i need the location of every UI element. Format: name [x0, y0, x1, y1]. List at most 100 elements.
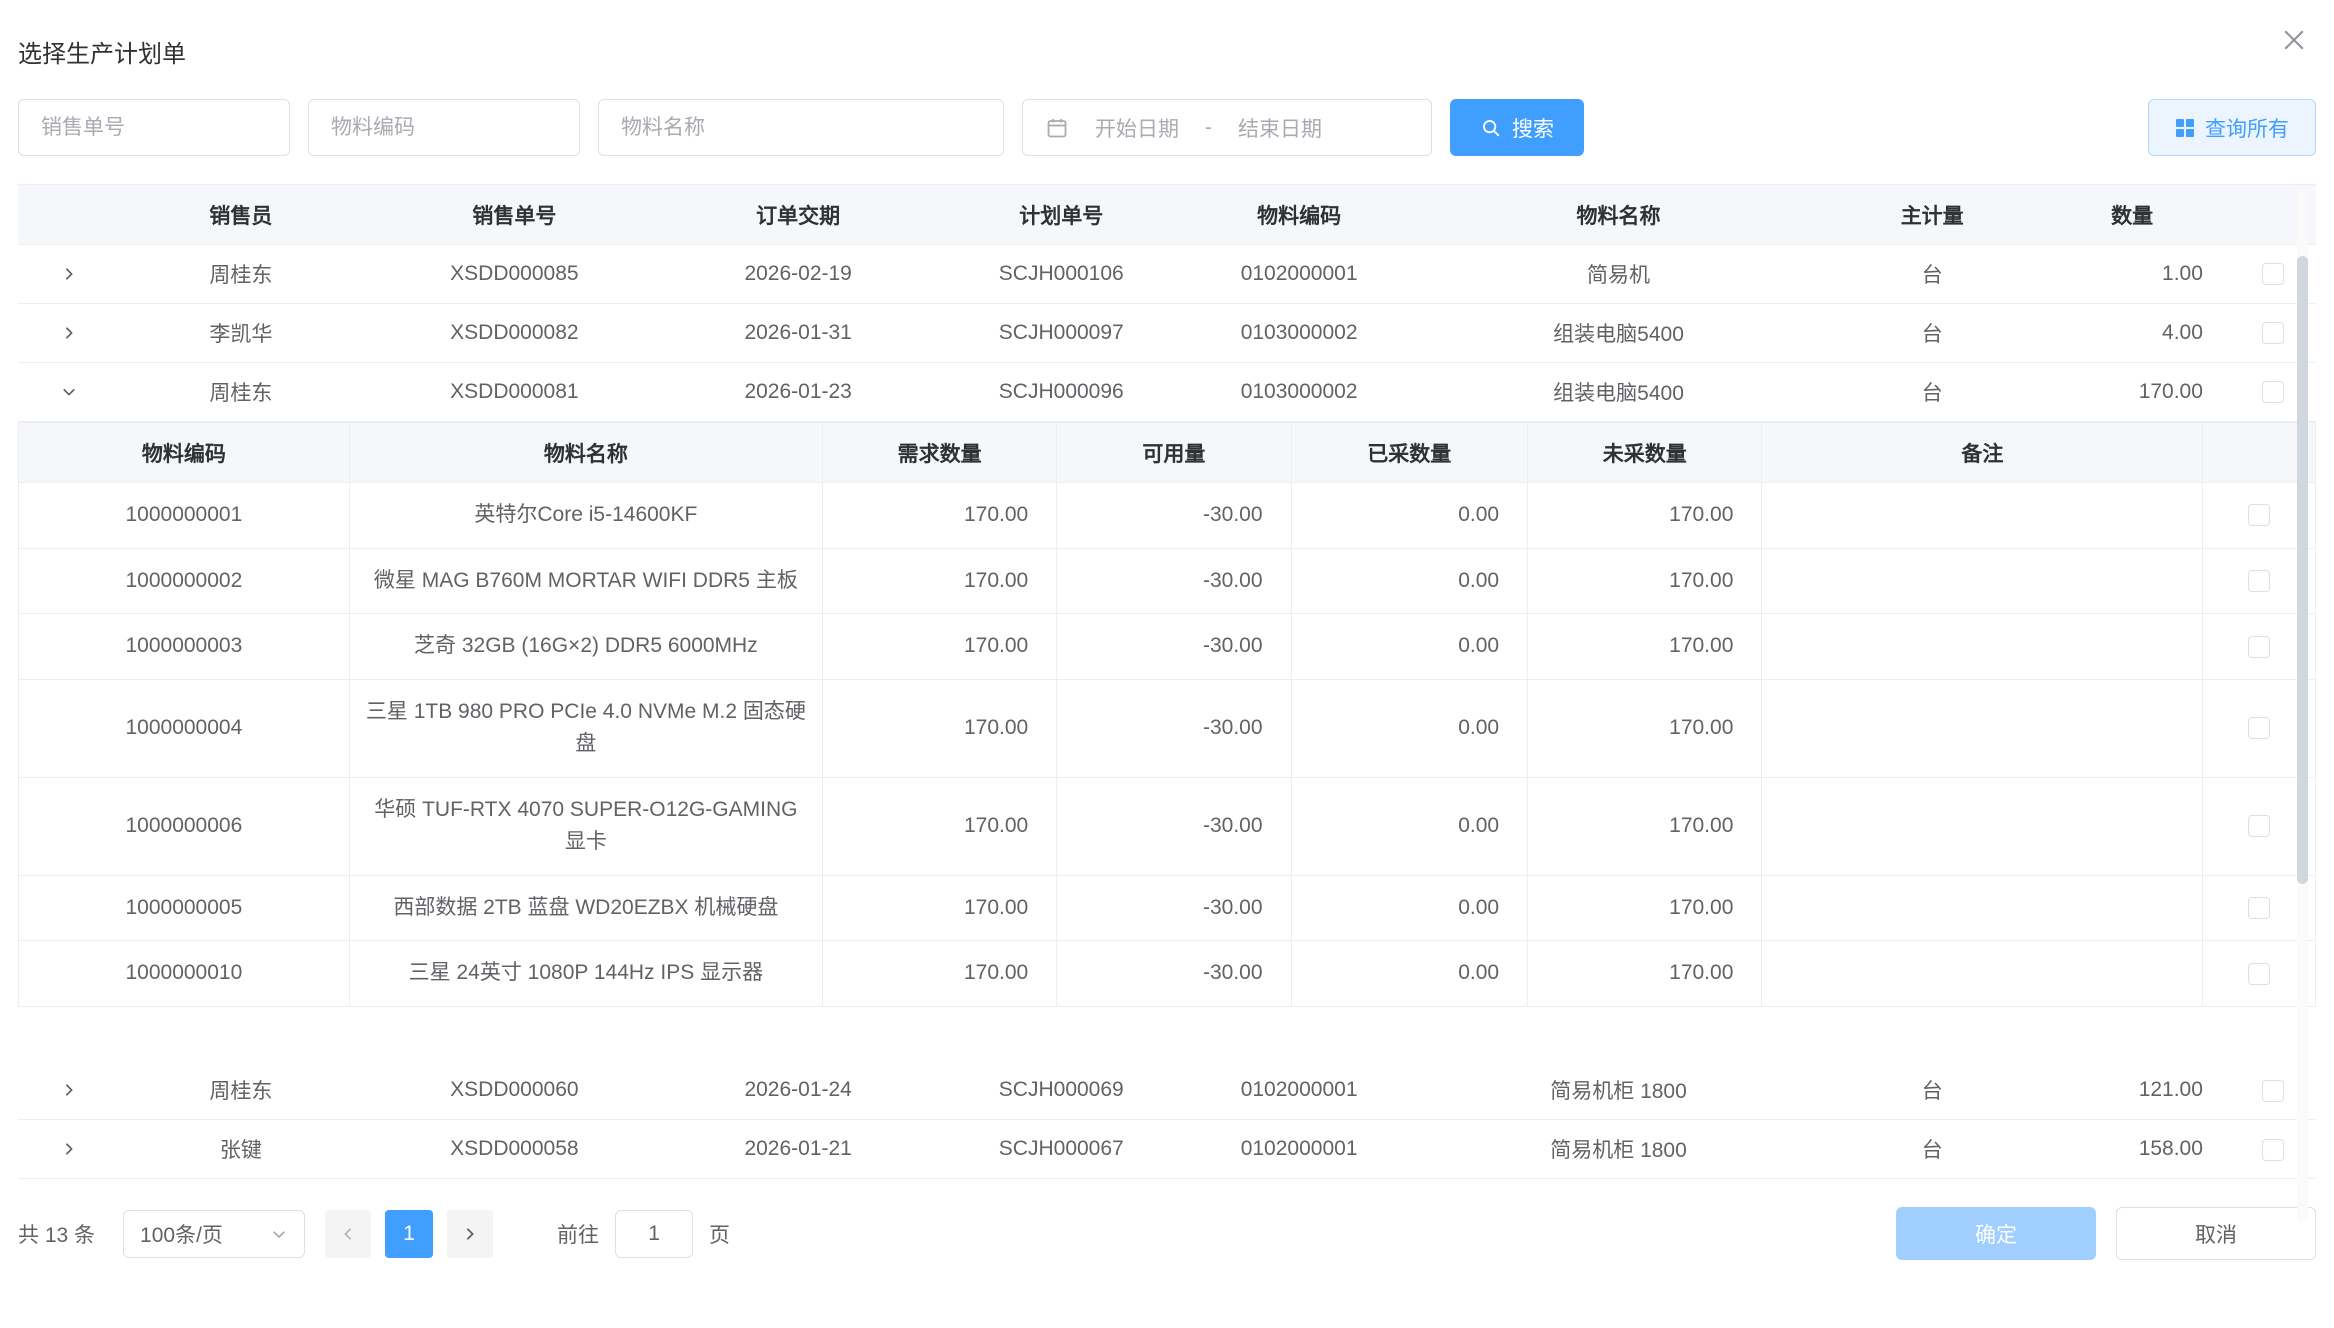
cell-material-name: 组装电脑5400	[1406, 304, 1831, 363]
row-checkbox[interactable]	[2262, 263, 2284, 285]
dialog-footer: 共 13 条 100条/页 1 前往 页 确定 取消	[18, 1207, 2316, 1260]
chevron-down-icon[interactable]	[54, 377, 84, 407]
cancel-button[interactable]: 取消	[2116, 1207, 2316, 1260]
sub-col-name: 物料名称	[349, 423, 822, 483]
cell-material-code: 0102000001	[1192, 1120, 1406, 1179]
cell-available: -30.00	[1057, 777, 1291, 875]
action-buttons: 确定 取消	[1896, 1207, 2316, 1260]
cell-unit: 台	[1831, 1120, 2033, 1179]
cell-available: -30.00	[1057, 941, 1291, 1007]
cell-demand: 170.00	[822, 777, 1056, 875]
cell-sub-name: 芝奇 32GB (16G×2) DDR5 6000MHz	[349, 614, 822, 680]
cell-delivery-date: 2026-02-19	[666, 245, 930, 304]
goto-label: 前往	[557, 1219, 599, 1249]
search-icon	[1480, 117, 1502, 139]
query-all-button[interactable]: 查询所有	[2148, 99, 2316, 156]
sub-col-remark: 备注	[1762, 423, 2203, 483]
chevron-right-icon[interactable]	[54, 1075, 84, 1105]
table-row: 张键 XSDD000058 2026-01-21 SCJH000067 0102…	[18, 1120, 2316, 1179]
col-order-no: 销售单号	[363, 185, 666, 245]
row-checkbox[interactable]	[2262, 381, 2284, 403]
table-row-expanded: 周桂东 XSDD000081 2026-01-23 SCJH000096 010…	[18, 363, 2316, 422]
cell-sub-name: 微星 MAG B760M MORTAR WIFI DDR5 主板	[349, 548, 822, 614]
filter-bar: 开始日期 - 结束日期 搜索 查询所有	[18, 99, 2316, 156]
cell-material-code: 0102000001	[1192, 245, 1406, 304]
cell-sub-code: 1000000006	[19, 777, 350, 875]
cell-seller: 周桂东	[119, 363, 363, 422]
total-count: 共 13 条	[18, 1219, 95, 1249]
col-qty: 数量	[2033, 185, 2231, 245]
row-checkbox[interactable]	[2248, 717, 2270, 739]
date-range-picker[interactable]: 开始日期 - 结束日期	[1022, 99, 1432, 156]
cell-remark	[1762, 875, 2203, 941]
confirm-button[interactable]: 确定	[1896, 1207, 2096, 1260]
material-name-input[interactable]	[598, 99, 1004, 156]
sub-table-row: 1000000003 芝奇 32GB (16G×2) DDR5 6000MHz …	[19, 614, 2316, 680]
material-code-input[interactable]	[308, 99, 580, 156]
chevron-right-icon[interactable]	[54, 318, 84, 348]
sales-order-input[interactable]	[18, 99, 290, 156]
row-checkbox[interactable]	[2248, 815, 2270, 837]
chevron-down-icon	[270, 1225, 288, 1243]
col-material-name: 物料名称	[1406, 185, 1831, 245]
cell-unpurchased: 170.00	[1528, 614, 1762, 680]
goto-page-input[interactable]	[615, 1210, 693, 1258]
cell-remark	[1762, 679, 2203, 777]
table-row: 周桂东 XSDD000060 2026-01-24 SCJH000069 010…	[18, 1061, 2316, 1120]
select-production-plan-dialog: 选择生产计划单 开始日期 - 结束日期 搜索	[0, 0, 2334, 1260]
cell-delivery-date: 2026-01-21	[666, 1120, 930, 1179]
cell-purchased: 0.00	[1291, 679, 1528, 777]
cell-purchased: 0.00	[1291, 875, 1528, 941]
cell-demand: 170.00	[822, 875, 1056, 941]
row-checkbox[interactable]	[2262, 1139, 2284, 1161]
col-material-code: 物料编码	[1192, 185, 1406, 245]
scrollbar-thumb[interactable]	[2297, 256, 2308, 884]
row-checkbox[interactable]	[2248, 636, 2270, 658]
chevron-right-icon[interactable]	[54, 259, 84, 289]
plan-table-area: 销售员 销售单号 订单交期 计划单号 物料编码 物料名称 主计量 数量 周桂东 …	[18, 184, 2316, 1179]
sub-table-container-row: 物料编码 物料名称 需求数量 可用量 已采数量 未采数量 备注	[18, 422, 2316, 1061]
sub-table-row: 1000000001 英特尔Core i5-14600KF 170.00 -30…	[19, 483, 2316, 549]
cell-material-code: 0102000001	[1192, 1061, 1406, 1120]
grid-icon	[2175, 118, 2195, 138]
page-number-current[interactable]: 1	[385, 1210, 433, 1258]
sub-table-header-row: 物料编码 物料名称 需求数量 可用量 已采数量 未采数量 备注	[19, 423, 2316, 483]
cell-unit: 台	[1831, 363, 2033, 422]
cell-material-code: 0103000002	[1192, 363, 1406, 422]
prev-page-button[interactable]	[325, 1210, 371, 1258]
cell-sub-name: 三星 24英寸 1080P 144Hz IPS 显示器	[349, 941, 822, 1007]
cell-material-name: 简易机柜 1800	[1406, 1120, 1831, 1179]
cell-seller: 张键	[119, 1120, 363, 1179]
cell-available: -30.00	[1057, 679, 1291, 777]
cell-qty: 121.00	[2033, 1061, 2231, 1120]
row-checkbox[interactable]	[2248, 504, 2270, 526]
cell-remark	[1762, 483, 2203, 549]
chevron-right-icon[interactable]	[54, 1134, 84, 1164]
row-checkbox[interactable]	[2248, 570, 2270, 592]
close-icon[interactable]	[2274, 20, 2314, 63]
next-page-button[interactable]	[447, 1210, 493, 1258]
cell-sub-name: 英特尔Core i5-14600KF	[349, 483, 822, 549]
row-checkbox[interactable]	[2262, 322, 2284, 344]
calendar-icon	[1045, 116, 1069, 140]
cell-material-code: 0103000002	[1192, 304, 1406, 363]
cell-demand: 170.00	[822, 483, 1056, 549]
row-checkbox[interactable]	[2262, 1080, 2284, 1102]
col-seller: 销售员	[119, 185, 363, 245]
cell-remark	[1762, 614, 2203, 680]
row-checkbox[interactable]	[2248, 897, 2270, 919]
cell-order-no: XSDD000082	[363, 304, 666, 363]
cell-remark	[1762, 777, 2203, 875]
cell-seller: 周桂东	[119, 245, 363, 304]
cell-plan-no: SCJH000067	[930, 1120, 1192, 1179]
page-size-select[interactable]: 100条/页	[123, 1210, 305, 1258]
table-row: 李凯华 XSDD000082 2026-01-31 SCJH000097 010…	[18, 304, 2316, 363]
search-button[interactable]: 搜索	[1450, 99, 1584, 156]
row-checkbox[interactable]	[2248, 963, 2270, 985]
cell-sub-name: 西部数据 2TB 蓝盘 WD20EZBX 机械硬盘	[349, 875, 822, 941]
cell-order-no: XSDD000085	[363, 245, 666, 304]
cell-sub-code: 1000000004	[19, 679, 350, 777]
cell-material-name: 组装电脑5400	[1406, 363, 1831, 422]
cell-unpurchased: 170.00	[1528, 875, 1762, 941]
cell-delivery-date: 2026-01-23	[666, 363, 930, 422]
